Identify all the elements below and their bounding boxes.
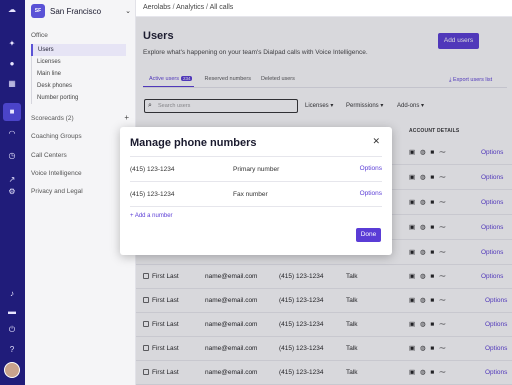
add-scorecard-icon[interactable]: + [124, 113, 129, 122]
number-type: Primary number [233, 166, 280, 173]
sidebar-item-coaching-groups[interactable]: Coaching Groups [31, 133, 82, 140]
logo-icon[interactable]: ☁ [6, 4, 18, 16]
sidebar-section-office[interactable]: Office [31, 32, 48, 39]
avatar[interactable] [4, 362, 20, 378]
number-options-link[interactable]: Options [360, 190, 382, 197]
sparkle-icon[interactable]: ✦ [6, 38, 18, 50]
close-icon[interactable]: ✕ [372, 136, 380, 147]
phone-number-row: (415) 123-1234 Primary number Options [130, 156, 382, 181]
office-badge: SF [31, 4, 45, 18]
left-rail: ☁ ✦ ● ▦ ■ ◠ ◷ ↗ ⚙ ♪ ▬ ⏻ ? [0, 0, 25, 385]
number-options-link[interactable]: Options [360, 165, 382, 172]
history-icon[interactable]: ◷ [6, 150, 18, 162]
chat-icon[interactable]: ▬ [6, 306, 18, 318]
breadcrumb-item[interactable]: Analytics [176, 4, 204, 11]
help-icon[interactable]: ? [6, 344, 18, 356]
add-number-link[interactable]: + Add a number [130, 213, 173, 219]
office-switcher[interactable]: SF San Francisco ⌄ [31, 3, 131, 19]
breadcrumb: Aerolabs / Analytics / All calls [143, 4, 234, 11]
phone-number: (415) 123-1234 [130, 166, 175, 173]
admin-icon[interactable]: ■ [6, 106, 18, 118]
headset-icon[interactable]: ◠ [6, 128, 18, 140]
settings-icon[interactable]: ⚙ [6, 186, 18, 198]
breadcrumb-item[interactable]: Aerolabs [143, 4, 171, 11]
chevron-down-icon: ⌄ [125, 8, 131, 15]
sidebar-item-number-porting[interactable]: Number porting [32, 92, 126, 104]
sidebar-item-licenses[interactable]: Licenses [32, 56, 126, 68]
phone-number-row: (415) 123-1234 Fax number Options [130, 181, 382, 206]
power-icon[interactable]: ⏻ [6, 324, 18, 336]
divider [130, 206, 382, 207]
manage-phone-numbers-modal: Manage phone numbers ✕ (415) 123-1234 Pr… [120, 127, 392, 255]
sidebar-item-desk-phones[interactable]: Desk phones [32, 80, 126, 92]
sidebar-item-main-line[interactable]: Main line [32, 68, 126, 80]
done-button[interactable]: Done [356, 228, 381, 242]
analytics-icon[interactable]: ↗ [6, 174, 18, 186]
bell-icon[interactable]: ♪ [6, 288, 18, 300]
number-type: Fax number [233, 191, 268, 198]
office-name: San Francisco [50, 6, 102, 16]
office-icon[interactable]: ▦ [6, 78, 18, 90]
phone-number: (415) 123-1234 [130, 191, 175, 198]
sidebar-item-privacy[interactable]: Privacy and Legal [31, 188, 83, 195]
sidebar-item-users[interactable]: Users [31, 44, 126, 56]
breadcrumb-current: All calls [209, 4, 234, 11]
modal-title: Manage phone numbers [130, 137, 257, 149]
sidebar-item-scorecards[interactable]: Scorecards (2) [31, 115, 74, 122]
sidebar-item-voice-intelligence[interactable]: Voice Intelligence [31, 170, 82, 177]
person-icon[interactable]: ● [6, 58, 18, 70]
sidebar-office-list: Users Licenses Main line Desk phones Num… [31, 44, 126, 104]
sidebar-item-call-centers[interactable]: Call Centers [31, 152, 67, 159]
